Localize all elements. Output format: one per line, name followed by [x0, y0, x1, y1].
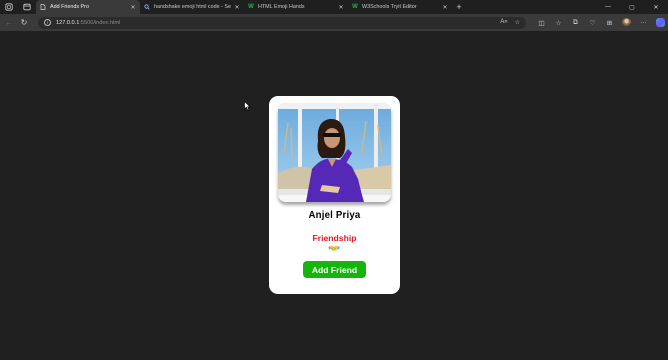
- favorites-icon[interactable]: ☆: [553, 17, 564, 28]
- close-tab-icon[interactable]: ✕: [338, 4, 344, 11]
- tab-w3schools-tryit[interactable]: W W3Schools Tryit Editor ✕: [348, 0, 452, 14]
- site-info-icon[interactable]: i: [44, 19, 51, 26]
- page-viewport: Anjel Priya Friendship Add Friend: [0, 31, 668, 360]
- tab-strip: Add Friends Pro ✕ handshake emoji html c…: [0, 0, 668, 14]
- mouse-cursor-icon: [244, 101, 251, 111]
- avatar: [622, 18, 631, 27]
- friend-card: Anjel Priya Friendship Add Friend: [269, 96, 400, 294]
- w3schools-icon: W: [248, 4, 254, 10]
- url-host: 127.0.0.1: [56, 19, 80, 26]
- refresh-icon[interactable]: ↻: [18, 17, 30, 29]
- split-screen-icon[interactable]: ◫: [536, 17, 547, 28]
- page-icon: [40, 4, 46, 10]
- relation-label: Friendship: [312, 233, 357, 243]
- back-icon[interactable]: ←: [3, 17, 15, 29]
- profile-photo: [278, 103, 391, 202]
- handshake-icon: [328, 244, 340, 252]
- tab-add-friends-pro[interactable]: Add Friends Pro ✕: [36, 0, 140, 14]
- window-controls: — ▢ ✕: [596, 0, 668, 14]
- tab-title: Add Friends Pro: [50, 4, 89, 10]
- profile-avatar[interactable]: [621, 17, 632, 28]
- add-friend-button[interactable]: Add Friend: [303, 261, 366, 278]
- tab-title: handshake emoji html code - Se: [154, 4, 231, 10]
- extensions-icon[interactable]: ⊞: [604, 17, 615, 28]
- settings-more-icon[interactable]: ···: [638, 17, 649, 28]
- close-tab-icon[interactable]: ✕: [130, 4, 136, 11]
- new-tab-button[interactable]: +: [452, 0, 466, 14]
- tab-handshake-search[interactable]: handshake emoji html code - Se ✕: [140, 0, 244, 14]
- address-toolbar: ← ↻ i 127.0.0.1:5500/index.html A» ☆ ◫ ☆…: [0, 14, 668, 31]
- read-aloud-icon[interactable]: A»: [500, 19, 507, 26]
- workspaces-icon[interactable]: [0, 0, 18, 14]
- tab-actions-icon[interactable]: [18, 0, 36, 14]
- collections-icon[interactable]: ⧉: [570, 17, 581, 28]
- copilot-logo: [656, 18, 665, 27]
- tab-html-emoji-hands[interactable]: W HTML Emoji Hands ✕: [244, 0, 348, 14]
- maximize-button[interactable]: ▢: [620, 0, 644, 14]
- favorite-star-icon[interactable]: ☆: [515, 19, 520, 26]
- copilot-icon[interactable]: [655, 17, 666, 28]
- browser-essentials-icon[interactable]: ♡: [587, 17, 598, 28]
- minimize-button[interactable]: —: [596, 0, 620, 14]
- close-window-button[interactable]: ✕: [644, 0, 668, 14]
- friend-name: Anjel Priya: [308, 209, 361, 221]
- close-tab-icon[interactable]: ✕: [442, 4, 448, 11]
- search-icon: [144, 4, 150, 10]
- address-bar[interactable]: i 127.0.0.1:5500/index.html A» ☆: [38, 16, 526, 29]
- url-path: :5500/index.html: [79, 19, 121, 26]
- close-tab-icon[interactable]: ✕: [234, 4, 240, 11]
- tab-title: HTML Emoji Hands: [258, 4, 305, 10]
- w3schools-icon: W: [352, 4, 358, 10]
- tab-title: W3Schools Tryit Editor: [362, 4, 417, 10]
